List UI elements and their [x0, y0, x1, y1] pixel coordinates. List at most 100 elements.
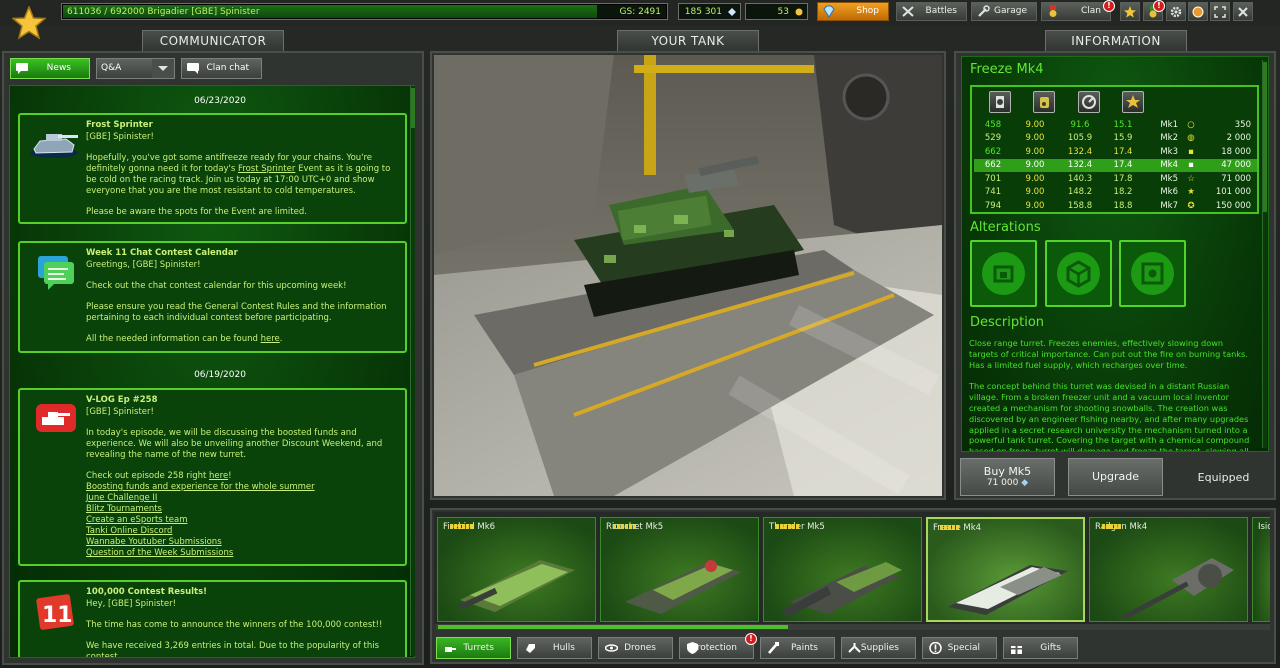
news-link[interactable]: June Challenge II	[86, 493, 399, 504]
coin-icon	[1192, 6, 1204, 18]
stat-price: 47 000	[1221, 160, 1251, 171]
protection-notification-badge: !	[745, 633, 757, 645]
stat-v2: 9.00	[1025, 119, 1045, 130]
stat-mk: Mk2	[1160, 133, 1178, 144]
shop-button[interactable]: Shop	[817, 2, 889, 21]
alteration-ammo-icon	[1141, 262, 1164, 285]
contest-badge-icon: 11	[36, 594, 74, 630]
crystals-value: 185 301	[684, 7, 722, 17]
alteration-slot-3[interactable]	[1119, 240, 1186, 307]
category-protection[interactable]: Protection !	[679, 633, 757, 659]
fullscreen-icon	[1214, 6, 1226, 18]
tankoins-counter[interactable]: 53	[745, 3, 808, 20]
buy-button[interactable]: Buy Mk5 71 000 ◆	[960, 458, 1055, 496]
upgrade-stats-table: 458 9.00 91.6 15.1 Mk1 ○ 350 529 9.00 105.9 15.9 Mk…	[970, 85, 1259, 214]
category-turrets[interactable]: Turrets	[436, 637, 511, 659]
clan-notification-badge: !	[1103, 0, 1115, 12]
firebird-turret-image	[458, 560, 575, 612]
news-link[interactable]: Tanki Online Discord	[86, 526, 399, 537]
thunder-turret-image	[782, 562, 902, 618]
category-hulls[interactable]: Hulls	[517, 637, 592, 659]
news-title: Frost Sprinter	[86, 120, 153, 130]
chevron-down-icon	[152, 59, 174, 78]
crossed-swords-icon	[902, 6, 914, 17]
stat-v3: 105.9	[1067, 133, 1093, 144]
tankoin-icon	[795, 8, 803, 16]
tab-clan-chat[interactable]: Clan chat	[181, 58, 262, 79]
frost-sprinter-link[interactable]: Frost Sprinter	[238, 164, 295, 174]
garage-item-ricochet[interactable]: Ricochet Mk5	[600, 517, 759, 622]
news-scrollbar[interactable]	[410, 86, 415, 656]
stat-v3: 148.2	[1067, 187, 1093, 198]
hull-icon	[526, 644, 535, 653]
alteration-slot-1[interactable]	[970, 240, 1037, 307]
stats-row: 458 9.00 91.6 15.1 Mk1 ○ 350	[974, 118, 1257, 132]
stat-v1: 662	[984, 146, 1002, 157]
news-scrollbar-thumb[interactable]	[411, 88, 415, 128]
news-link[interactable]: Create an eSports team	[86, 515, 399, 526]
news-body: The time has come to announce the winner…	[86, 620, 383, 630]
upgrade-button[interactable]: Upgrade	[1068, 458, 1163, 496]
shield-icon	[687, 642, 698, 654]
category-supplies[interactable]: Supplies	[841, 637, 916, 659]
missions-button[interactable]: !	[1143, 0, 1165, 21]
coin-button[interactable]	[1188, 2, 1208, 21]
stat-v3: 132.4	[1067, 146, 1093, 157]
close-button[interactable]	[1233, 2, 1253, 21]
stats-row: 662 9.00 132.4 17.4 Mk3 ▪ 18 000	[974, 145, 1257, 159]
info-scrollbar[interactable]	[1262, 60, 1267, 448]
rank-icon: ○	[1187, 119, 1195, 130]
upgrade-dots	[450, 524, 473, 529]
battles-button[interactable]: Battles	[896, 2, 967, 21]
wrench-icon	[978, 5, 990, 17]
garage-button[interactable]: Garage	[971, 2, 1037, 21]
achievements-button[interactable]	[1120, 2, 1140, 21]
category-paints[interactable]: Paints	[760, 637, 835, 659]
clan-chat-tab-label: Clan chat	[206, 63, 249, 73]
stat-v3: 132.4	[1067, 160, 1093, 171]
info-scrollbar-thumb[interactable]	[1263, 62, 1267, 212]
contest-rules-link[interactable]: here	[261, 334, 280, 344]
news-card-frost-sprinter: Frost Sprinter [GBE] Spinister! Hopefull…	[18, 113, 407, 224]
settings-button[interactable]	[1166, 2, 1186, 21]
video-tank-icon	[36, 404, 76, 432]
garage-item-freeze[interactable]: Freeze Mk4	[926, 517, 1085, 622]
garage-item-firebird[interactable]: Firebird Mk6	[437, 517, 596, 622]
tab-news[interactable]: News	[10, 58, 90, 79]
garage-scrollbar[interactable]	[436, 624, 1270, 630]
alterations-title: Alterations	[970, 220, 1041, 235]
rank-star-icon	[11, 5, 47, 40]
garage-item-railgun[interactable]: Railgun Mk4	[1089, 517, 1248, 622]
news-link[interactable]: Boosting funds and experience for the wh…	[86, 482, 399, 493]
garage-item-isida[interactable]: Isid	[1252, 517, 1270, 622]
battles-label: Battles	[925, 6, 957, 16]
news-link[interactable]: Blitz Tournaments	[86, 504, 399, 515]
gem-icon	[823, 5, 835, 18]
stat-v2: 9.00	[1025, 200, 1045, 211]
crystals-counter[interactable]: 185 301	[678, 3, 741, 20]
rank-icon: ★	[1187, 187, 1195, 198]
news-link[interactable]: Wannabe Youtuber Submissions	[86, 537, 399, 548]
episode-link[interactable]: here	[209, 471, 228, 481]
stat-v2: 9.00	[1025, 160, 1045, 171]
news-link[interactable]: Question of the Week Submissions	[86, 548, 399, 559]
clan-button[interactable]: Clan !	[1041, 0, 1115, 21]
category-special[interactable]: Special	[922, 637, 997, 659]
qa-select[interactable]: Q&A	[96, 58, 175, 79]
stat-v2: 9.00	[1025, 187, 1045, 198]
alteration-slot-2[interactable]	[1045, 240, 1112, 307]
garage-item-thunder[interactable]: Thunder Mk5	[763, 517, 922, 622]
upgrade-dots	[1102, 524, 1121, 529]
news-body: We have received 3,269 entries in total.…	[86, 641, 380, 658]
news-card-contest-results: 11 100,000 Contest Results! Hey, [GBE] S…	[18, 580, 407, 658]
garage-scrollbar-thumb[interactable]	[438, 625, 788, 629]
fullscreen-button[interactable]	[1210, 2, 1230, 21]
upgrade-dots	[776, 524, 799, 529]
svg-text:11: 11	[42, 603, 73, 628]
category-label: Supplies	[860, 643, 899, 653]
news-body: Hopefully, you've got some antifreeze re…	[86, 153, 399, 197]
tank-preview[interactable]	[434, 55, 942, 496]
category-drones[interactable]: Drones	[598, 637, 673, 659]
clan-chat-icon	[187, 63, 199, 74]
category-gifts[interactable]: Gifts	[1003, 637, 1078, 659]
